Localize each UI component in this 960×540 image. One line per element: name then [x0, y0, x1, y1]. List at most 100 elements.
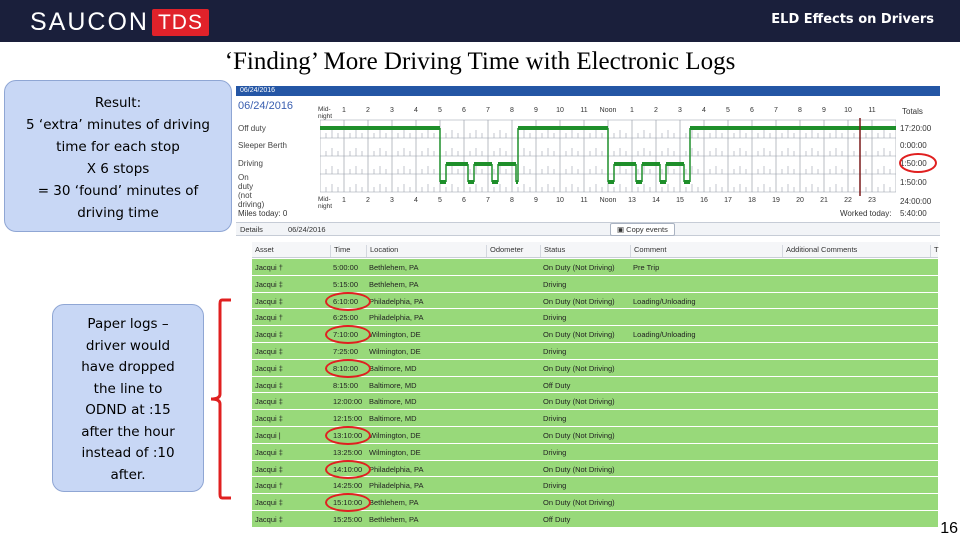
table-row[interactable]: Jacqui ‡ 12:00:00 Baltimore, MD On Duty (No… — [252, 393, 938, 411]
eld-top-bar: 06/24/2016 — [236, 86, 940, 96]
hour-label: 8 — [510, 107, 514, 114]
result-line: time for each stop — [56, 139, 180, 155]
cell-location: Wilmington, DE — [369, 447, 421, 457]
table-row[interactable]: Jacqui ‡ 5:15:00 Bethlehem, PA Driving — [252, 275, 938, 293]
col-t[interactable]: T — [930, 245, 939, 257]
hour-label: 1 — [630, 107, 634, 114]
slide-title: ‘Finding’ More Driving Time with Electro… — [224, 48, 736, 75]
hour-label: 11 — [580, 197, 588, 204]
row-label-sleeper-berth: Sleeper Berth — [238, 141, 287, 150]
hour-label: 7 — [486, 107, 490, 114]
cell-status: On Duty (Not Driving) — [543, 397, 615, 407]
cell-asset: Jacqui | — [255, 431, 281, 440]
table-row[interactable]: Jacqui † 5:00:00 Bethlehem, PA On Duty (Not… — [252, 259, 938, 276]
hour-label: 6 — [462, 197, 466, 204]
header-bar: SAUCON TDS ELD Effects on Drivers — [0, 0, 960, 42]
col-location[interactable]: Location — [366, 245, 398, 257]
table-row[interactable]: Jacqui ‡ 13:25:00 Wilmington, DE Driving — [252, 443, 938, 461]
cell-location: Wilmington, DE — [369, 347, 421, 356]
cell-asset: Jacqui ‡ — [255, 498, 283, 508]
hour-label: 23 — [868, 197, 876, 204]
details-date: 06/24/2016 — [288, 225, 326, 234]
header-title: ELD Effects on Drivers — [771, 12, 934, 27]
hour-label: 1 — [342, 197, 346, 204]
total-off-duty: 17:20:00 — [900, 124, 932, 133]
hour-label: 1 — [342, 107, 346, 114]
saucon-tds-logo: SAUCON TDS — [30, 8, 209, 37]
hour-label: 2 — [366, 197, 370, 204]
col-additional-comments[interactable]: Additional Comments — [782, 245, 857, 257]
hour-label: 7 — [486, 197, 490, 204]
cell-asset: Jacqui ‡ — [255, 447, 283, 457]
table-row[interactable]: Jacqui ‡ 8:15:00 Baltimore, MD Off Duty — [252, 376, 938, 394]
cell-location: Wilmington, DE — [369, 330, 421, 340]
noon-label: Noon — [599, 107, 617, 114]
result-callout: Result: 5 ‘extra’ minutes of driving tim… — [4, 80, 232, 232]
cell-time: 12:00:00 — [333, 397, 363, 407]
hours-row-bottom: Mid- night 1 2 3 4 5 6 7 8 9 10 11 Noon 13 14 15 16 17 18 1… — [236, 196, 940, 210]
table-row[interactable]: Jacqui ‡ 15:25:00 Bethlehem, PA Off Duty — [252, 511, 938, 528]
table-row[interactable]: Jacqui † 6:25:00 Philadelphia, PA Driving — [252, 309, 938, 327]
cell-comment: Loading/Unloading — [633, 330, 696, 340]
hour-label: 9 — [534, 197, 538, 204]
copy-events-button[interactable]: ▣ Copy events — [610, 223, 675, 236]
hour-label: 9 — [822, 107, 826, 114]
result-line: driving time — [77, 205, 159, 221]
cell-comment: Pre Trip — [633, 263, 660, 272]
totals-header: Totals — [902, 107, 923, 116]
logo-tds-badge: TDS — [151, 9, 209, 36]
details-bar: Details 06/24/2016 ▣ Copy events — [236, 222, 940, 236]
cell-status: Driving — [543, 279, 567, 289]
cell-asset: Jacqui ‡ — [255, 515, 283, 524]
cell-status: On Duty (Not Driving) — [543, 363, 615, 373]
cell-asset: Jacqui ‡ — [255, 296, 283, 306]
cell-asset: Jacqui ‡ — [255, 414, 283, 424]
paper-line: Paper logs – — [87, 316, 169, 332]
paper-line: after. — [110, 466, 146, 483]
paper-logs-callout: Paper logs – driver would have dropped t… — [52, 304, 204, 492]
table-row[interactable]: Jacqui ‡ 7:25:00 Wilmington, DE Driving — [252, 343, 938, 360]
hour-label: 6 — [462, 107, 466, 114]
cell-time: 13:25:00 — [333, 447, 363, 457]
logo-text: SAUCON — [30, 8, 149, 36]
cell-status: On Duty (Not Driving) — [543, 498, 615, 508]
row-label-on-duty: On duty (not driving) — [238, 173, 265, 209]
paper-line: instead of :10 — [81, 445, 175, 461]
hour-label: 10 — [556, 107, 564, 114]
col-time[interactable]: Time — [330, 245, 350, 257]
col-status[interactable]: Status — [540, 245, 565, 257]
result-line: 5 ‘extra’ minutes of driving — [26, 117, 210, 133]
table-row[interactable]: Jacqui † 14:25:00 Philadelphia, PA Driving — [252, 477, 938, 495]
cell-time: 5:00:00 — [333, 263, 359, 272]
hour-label: 3 — [390, 107, 394, 114]
hour-label: 3 — [678, 107, 682, 114]
cell-time: 12:15:00 — [333, 414, 363, 424]
cell-location: Bethlehem, PA — [369, 263, 419, 272]
total-24h: 24:00:00 — [900, 197, 932, 206]
col-comment[interactable]: Comment — [630, 245, 667, 257]
hour-label: 9 — [534, 107, 538, 114]
cell-time: 7:25:00 — [333, 347, 359, 356]
hour-label: 5 — [438, 107, 442, 114]
hour-label: 21 — [820, 197, 828, 204]
details-label[interactable]: Details — [240, 225, 263, 234]
worked-today-value: 5:40:00 — [900, 209, 927, 218]
table-row[interactable]: Jacqui ‡ 12:15:00 Baltimore, MD Driving — [252, 410, 938, 427]
paper-line: ODND at :15 — [85, 402, 171, 418]
hour-label: 19 — [772, 197, 780, 204]
copy-events-label: Copy events — [626, 225, 668, 234]
hour-label: 4 — [414, 107, 418, 114]
hour-label: 2 — [366, 107, 370, 114]
hour-label: 10 — [556, 197, 564, 204]
cell-asset: Jacqui ‡ — [255, 347, 283, 356]
total-sleeper-berth: 0:00:00 — [900, 141, 927, 150]
col-odometer[interactable]: Odometer — [486, 245, 523, 257]
hour-label: 5 — [726, 107, 730, 114]
hour-label: 4 — [702, 107, 706, 114]
col-asset[interactable]: Asset — [252, 245, 274, 257]
cell-location: Baltimore, MD — [369, 397, 417, 407]
cell-status: Driving — [543, 481, 567, 491]
cell-time: 6:25:00 — [333, 313, 359, 323]
cell-location: Baltimore, MD — [369, 414, 417, 424]
cell-status: Driving — [543, 347, 567, 356]
